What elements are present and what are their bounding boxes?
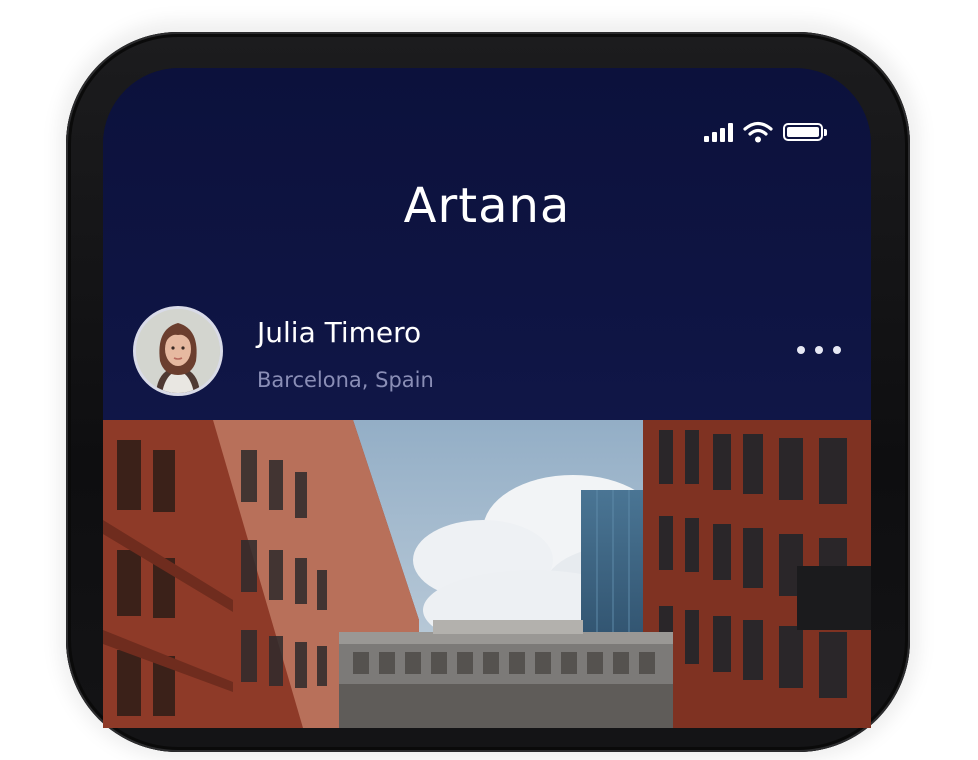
post-photo[interactable]: [103, 420, 871, 728]
more-horizontal-icon: [797, 346, 805, 354]
more-options-button[interactable]: [797, 342, 841, 358]
avatar[interactable]: [133, 306, 223, 396]
wifi-icon: [743, 121, 773, 143]
signal-icon: [704, 122, 733, 142]
profile-row[interactable]: Julia Timero Barcelona, Spain: [133, 306, 841, 398]
profile-name[interactable]: Julia Timero: [257, 316, 421, 349]
phone-screen: Artana Julia Timero Barcelona, Spain: [103, 68, 871, 728]
battery-icon: [783, 123, 827, 141]
status-bar: [704, 120, 827, 144]
profile-location: Barcelona, Spain: [257, 368, 434, 392]
app-title: Artana: [403, 178, 571, 234]
app-header: Artana Julia Timero Barcelona, Spain: [103, 68, 871, 420]
